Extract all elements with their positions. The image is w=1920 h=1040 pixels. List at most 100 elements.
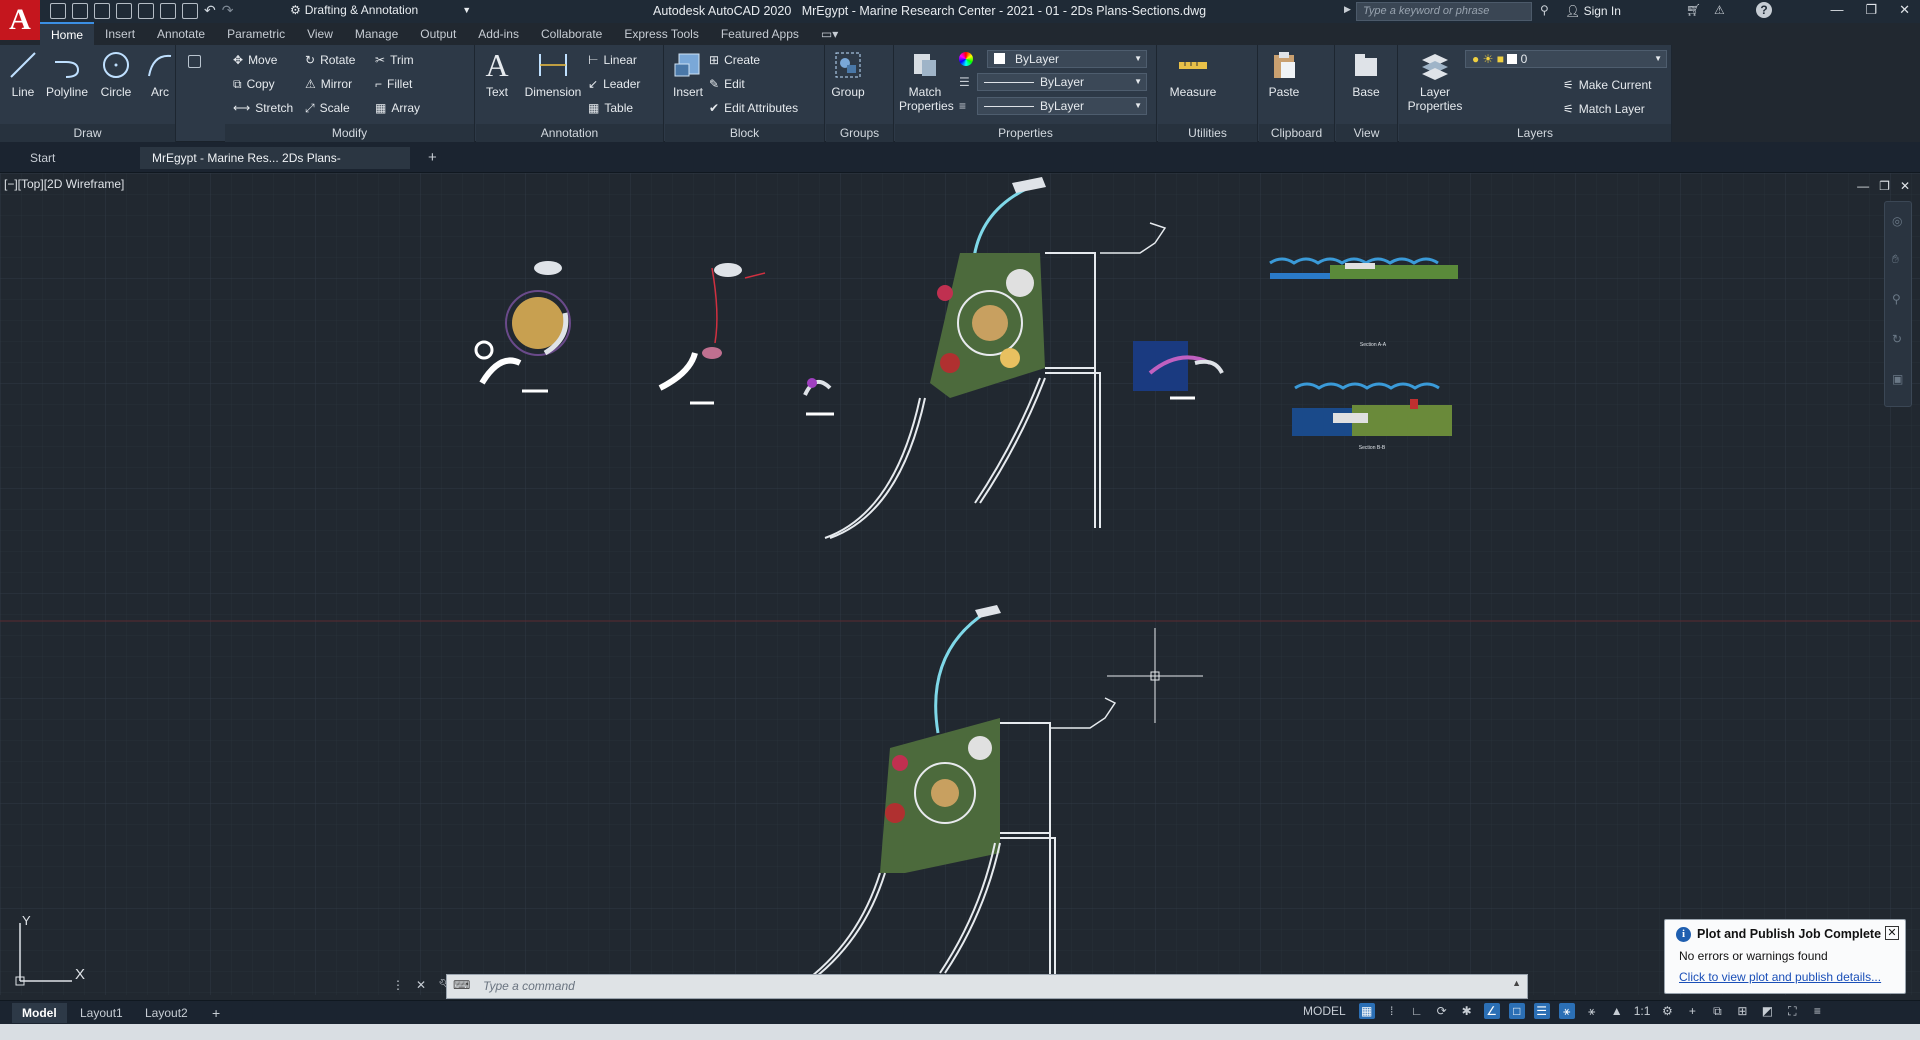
pan-icon[interactable]: ✋︎ [1892, 252, 1899, 267]
camera-dropdown-icon[interactable]: ▭▾ [810, 23, 849, 45]
orbit-icon[interactable]: ↻ [1892, 332, 1902, 346]
utilities-panel-title[interactable]: Utilities [1158, 124, 1257, 142]
annotation-panel-title[interactable]: Annotation [476, 124, 663, 142]
tab-add-ins[interactable]: Add-ins [467, 23, 530, 45]
drawing-canvas[interactable]: Section A-A Section B-B Y X [−][Top][2D … [0, 173, 1920, 995]
start-tab[interactable]: Start [18, 147, 138, 169]
linear-button[interactable]: ⊢ Linear [588, 50, 637, 70]
notification-close-icon[interactable]: ✕ [1885, 926, 1899, 940]
autocad-logo-button[interactable]: A [0, 0, 40, 40]
line-button[interactable]: Line [6, 49, 40, 99]
block-panel-title[interactable]: Block [665, 124, 824, 142]
layout2-tab[interactable]: Layout2 [135, 1003, 198, 1023]
model-space-button[interactable]: MODEL [1303, 1004, 1346, 1018]
tab-annotate[interactable]: Annotate [146, 23, 216, 45]
cart-icon[interactable]: 🛒︎ [1686, 3, 1701, 17]
annotation-monitor-icon[interactable]: + [1684, 1003, 1700, 1019]
search-input[interactable]: Type a keyword or phrase [1356, 2, 1532, 21]
tab-view[interactable]: View [296, 23, 344, 45]
annotation-scale-value[interactable]: 1:1 [1634, 1004, 1651, 1018]
layer-dropdown[interactable]: ● ☀ ■ 0 ▼ [1465, 50, 1667, 68]
isolate-objects-icon[interactable]: ◩ [1759, 1003, 1775, 1019]
move-button[interactable]: ✥ Move [233, 50, 277, 70]
vp-close-icon[interactable]: ✕ [1900, 179, 1910, 193]
plot-icon[interactable] [182, 2, 198, 19]
properties-panel-title[interactable]: Properties [895, 124, 1156, 142]
workspace-gear-icon[interactable]: ⚙ [1659, 1003, 1675, 1019]
steering-wheel-icon[interactable]: ◎ [1892, 214, 1902, 228]
linetype-dropdown[interactable]: ByLayer ▼ [977, 73, 1147, 91]
close-command-icon[interactable]: ✕ [416, 978, 426, 992]
leader-button[interactable]: ↙ Leader [588, 74, 640, 94]
tab-output[interactable]: Output [409, 23, 467, 45]
circle-button[interactable]: Circle [96, 49, 136, 99]
zoom-icon[interactable]: ⚲ [1892, 292, 1901, 306]
object-snap-icon[interactable]: □ [1508, 1003, 1525, 1019]
base-button[interactable]: Base [1348, 49, 1384, 99]
command-input[interactable]: ⌨ Type a command ▲ [446, 974, 1528, 999]
modify-panel-title[interactable]: Modify [225, 124, 474, 142]
new-tab-button[interactable]: + [416, 147, 449, 169]
quick-properties-icon[interactable]: ⊞ [1734, 1003, 1750, 1019]
paste-button[interactable]: Paste [1265, 49, 1303, 99]
open-icon[interactable] [72, 2, 88, 19]
fillet-button[interactable]: ⌐ Fillet [375, 74, 412, 94]
undo-icon[interactable]: ↶ [204, 2, 216, 19]
new-icon[interactable] [50, 2, 66, 19]
color-dropdown[interactable]: ByLayer ▼ [987, 50, 1147, 68]
customization-menu-icon[interactable]: ≡ [1809, 1003, 1825, 1019]
tab-express-tools[interactable]: Express Tools [613, 23, 709, 45]
copy-button[interactable]: ⧉ Copy [233, 74, 275, 94]
tab-home[interactable]: Home [40, 22, 95, 46]
annotation-visibility-icon[interactable]: ⚹ [1558, 1003, 1575, 1019]
clipboard-panel-title[interactable]: Clipboard [1259, 124, 1334, 142]
lineweight-dropdown[interactable]: ByLayer ▼ [977, 97, 1147, 115]
object-snap-tracking-icon[interactable]: ∠ [1483, 1003, 1500, 1019]
layout1-tab[interactable]: Layout1 [70, 1003, 133, 1023]
arc-button[interactable]: Arc [146, 49, 174, 99]
add-layout-button[interactable]: + [202, 1003, 230, 1023]
annotation-scale-icon[interactable]: ▲ [1609, 1003, 1625, 1019]
rotate-button[interactable]: ↻ Rotate [305, 50, 355, 70]
a360-icon[interactable]: ⚠︎ [1714, 3, 1725, 17]
trim-button[interactable]: ✂ Trim [375, 50, 414, 70]
draw-panel-title[interactable]: Draw [0, 124, 175, 142]
command-history-icon[interactable]: ▲ [1512, 978, 1521, 988]
isodraft-icon[interactable]: ✱ [1459, 1003, 1475, 1019]
rectangle-icon[interactable] [188, 55, 201, 68]
drag-handle-icon[interactable]: ⋮ [392, 978, 404, 992]
save-web-icon[interactable] [160, 2, 176, 19]
tab-insert[interactable]: Insert [94, 23, 146, 45]
open-web-icon[interactable] [138, 2, 154, 19]
workspace-switcher[interactable]: ⚙ Drafting & Annotation ▼ [290, 3, 471, 17]
match-properties-button[interactable]: Match Properties [899, 49, 954, 113]
scale-button[interactable]: ⤢ Scale [305, 98, 350, 118]
match-layer-button[interactable]: ⚟ Match Layer [1563, 99, 1645, 119]
insert-button[interactable]: Insert [671, 49, 705, 99]
help-icon[interactable]: ? [1756, 2, 1772, 18]
plot-details-link[interactable]: Click to view plot and publish details..… [1679, 970, 1881, 984]
active-drawing-tab[interactable]: MrEgypt - Marine Res... 2Ds Plans-Sectio… [140, 147, 410, 187]
ortho-icon[interactable]: ∟ [1409, 1003, 1425, 1019]
vp-restore-icon[interactable]: ❐ [1879, 179, 1890, 193]
table-button[interactable]: ▦ Table [588, 98, 633, 118]
layers-panel-title[interactable]: Layers [1399, 124, 1671, 142]
edit-block-button[interactable]: ✎ Edit [709, 74, 745, 94]
tab-parametric[interactable]: Parametric [216, 23, 296, 45]
tab-featured-apps[interactable]: Featured Apps [710, 23, 810, 45]
measure-button[interactable]: Measure [1168, 49, 1218, 99]
minimize-icon[interactable]: — [1830, 2, 1843, 18]
restore-icon[interactable]: ❐ [1865, 2, 1877, 18]
mirror-button[interactable]: ⚠︎ Mirror [305, 74, 352, 94]
tab-collaborate[interactable]: Collaborate [530, 23, 613, 45]
text-button[interactable]: A Text [482, 49, 512, 99]
dimension-button[interactable]: Dimension [522, 49, 584, 99]
make-current-button[interactable]: ⚟ Make Current [1563, 75, 1651, 95]
binoculars-icon[interactable]: ⚲ [1540, 3, 1549, 17]
snap-icon[interactable]: ⁞ [1384, 1003, 1400, 1019]
showmotion-icon[interactable]: ▣ [1892, 372, 1903, 386]
tab-manage[interactable]: Manage [344, 23, 409, 45]
create-block-button[interactable]: ⊞ Create [709, 50, 760, 70]
model-tab[interactable]: Model [12, 1003, 67, 1023]
save-as-icon[interactable] [116, 2, 132, 19]
